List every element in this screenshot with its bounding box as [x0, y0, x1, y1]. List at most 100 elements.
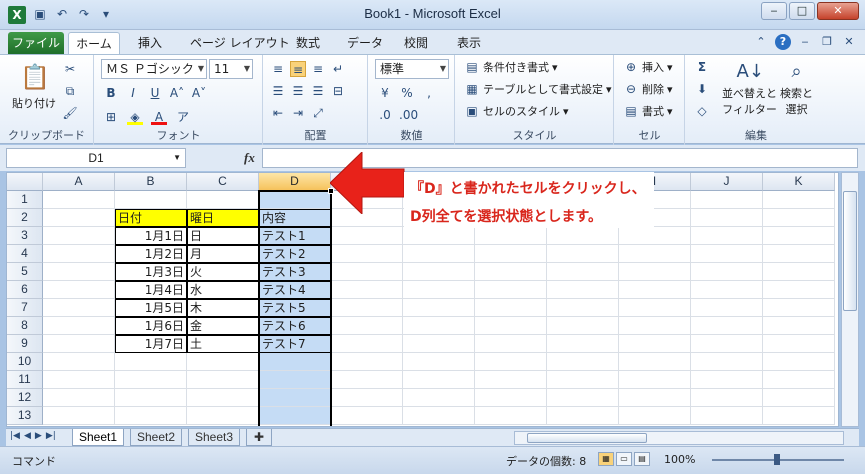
row-header-2[interactable]: 2 [7, 209, 43, 227]
cell-d9[interactable]: テスト7 [259, 335, 331, 353]
row-header-13[interactable]: 13 [7, 407, 43, 425]
cell-b3[interactable]: 1月1日 [115, 227, 187, 245]
cell-j13[interactable] [691, 407, 763, 425]
cell-d13[interactable] [259, 407, 331, 425]
cell-c2[interactable]: 曜日 [187, 209, 259, 227]
horizontal-scroll-thumb[interactable] [527, 433, 647, 443]
align-top-icon[interactable]: ≡ [270, 61, 286, 77]
cell-g7[interactable] [475, 299, 547, 317]
row-header-6[interactable]: 6 [7, 281, 43, 299]
insert-sheet-icon[interactable]: ✚ [246, 429, 272, 446]
cell-b5[interactable]: 1月3日 [115, 263, 187, 281]
cell-k3[interactable] [763, 227, 835, 245]
cell-g8[interactable] [475, 317, 547, 335]
cell-a13[interactable] [43, 407, 115, 425]
cell-k1[interactable] [763, 191, 835, 209]
cell-f11[interactable] [403, 371, 475, 389]
cell-c10[interactable] [187, 353, 259, 371]
cell-c7[interactable]: 木 [187, 299, 259, 317]
cell-e6[interactable] [331, 281, 403, 299]
cell-j3[interactable] [691, 227, 763, 245]
cell-f10[interactable] [403, 353, 475, 371]
cell-c1[interactable] [187, 191, 259, 209]
phonetic-icon[interactable]: ア [175, 109, 191, 125]
cell-a2[interactable] [43, 209, 115, 227]
cell-h5[interactable] [547, 263, 619, 281]
cell-k8[interactable] [763, 317, 835, 335]
column-header-d[interactable]: D [259, 173, 331, 191]
format-painter-icon[interactable]: 🖌 [62, 105, 78, 121]
row-header-9[interactable]: 9 [7, 335, 43, 353]
cell-styles-button[interactable]: ▣ セルのスタイル ▾ [464, 103, 568, 119]
cell-c12[interactable] [187, 389, 259, 407]
cell-e3[interactable] [331, 227, 403, 245]
tab-home[interactable]: ホーム [68, 32, 120, 54]
tab-page-layout[interactable]: ページ レイアウト [180, 32, 300, 54]
cell-i5[interactable] [619, 263, 691, 281]
row-header-8[interactable]: 8 [7, 317, 43, 335]
cell-d6[interactable]: テスト4 [259, 281, 331, 299]
cell-j7[interactable] [691, 299, 763, 317]
cell-h8[interactable] [547, 317, 619, 335]
copy-icon[interactable]: ⧉ [62, 83, 78, 99]
cell-f7[interactable] [403, 299, 475, 317]
cell-e8[interactable] [331, 317, 403, 335]
cell-c11[interactable] [187, 371, 259, 389]
cell-a9[interactable] [43, 335, 115, 353]
row-header-5[interactable]: 5 [7, 263, 43, 281]
cell-d4[interactable]: テスト2 [259, 245, 331, 263]
cell-b4[interactable]: 1月2日 [115, 245, 187, 263]
cell-j11[interactable] [691, 371, 763, 389]
column-header-c[interactable]: C [187, 173, 259, 191]
borders-icon[interactable]: ⊞ [103, 109, 119, 125]
column-header-j[interactable]: J [691, 173, 763, 191]
cell-i7[interactable] [619, 299, 691, 317]
doc-close-icon[interactable]: ✕ [841, 34, 857, 50]
cell-h4[interactable] [547, 245, 619, 263]
next-sheet-icon[interactable]: ▶ [35, 431, 42, 441]
column-header-a[interactable]: A [43, 173, 115, 191]
cell-j12[interactable] [691, 389, 763, 407]
fill-color-icon[interactable]: ◈ [127, 109, 143, 125]
cell-b7[interactable]: 1月5日 [115, 299, 187, 317]
percent-icon[interactable]: % [399, 85, 415, 101]
select-all-corner[interactable] [7, 173, 43, 191]
clear-icon[interactable]: ◇ [694, 103, 710, 119]
cell-a10[interactable] [43, 353, 115, 371]
cell-e9[interactable] [331, 335, 403, 353]
shrink-font-icon[interactable]: A˅ [191, 85, 207, 101]
cell-b6[interactable]: 1月4日 [115, 281, 187, 299]
cell-b2[interactable]: 日付 [115, 209, 187, 227]
cell-d12[interactable] [259, 389, 331, 407]
cell-b13[interactable] [115, 407, 187, 425]
cell-f5[interactable] [403, 263, 475, 281]
cell-i9[interactable] [619, 335, 691, 353]
format-as-table-button[interactable]: ▦ テーブルとして書式設定 ▾ [464, 81, 611, 97]
page-break-view-icon[interactable]: ▤ [634, 452, 650, 466]
cell-h11[interactable] [547, 371, 619, 389]
row-header-1[interactable]: 1 [7, 191, 43, 209]
cell-a12[interactable] [43, 389, 115, 407]
number-format-select[interactable]: 標準 ▼ [375, 59, 449, 79]
cell-k11[interactable] [763, 371, 835, 389]
cell-h10[interactable] [547, 353, 619, 371]
cell-a8[interactable] [43, 317, 115, 335]
cell-j4[interactable] [691, 245, 763, 263]
cell-d5[interactable]: テスト3 [259, 263, 331, 281]
cell-k6[interactable] [763, 281, 835, 299]
cell-f12[interactable] [403, 389, 475, 407]
cell-h3[interactable] [547, 227, 619, 245]
maximize-button[interactable]: □ [789, 2, 815, 20]
cell-i4[interactable] [619, 245, 691, 263]
cell-f3[interactable] [403, 227, 475, 245]
font-color-icon[interactable]: A [151, 109, 167, 125]
zoom-level[interactable]: 100% [664, 453, 695, 466]
cell-a6[interactable] [43, 281, 115, 299]
cell-f6[interactable] [403, 281, 475, 299]
cell-g5[interactable] [475, 263, 547, 281]
cell-d7[interactable]: テスト5 [259, 299, 331, 317]
normal-view-icon[interactable]: ▦ [598, 452, 614, 466]
format-cells-button[interactable]: ▤ 書式 ▾ [623, 103, 672, 119]
cell-k4[interactable] [763, 245, 835, 263]
cell-d10[interactable] [259, 353, 331, 371]
